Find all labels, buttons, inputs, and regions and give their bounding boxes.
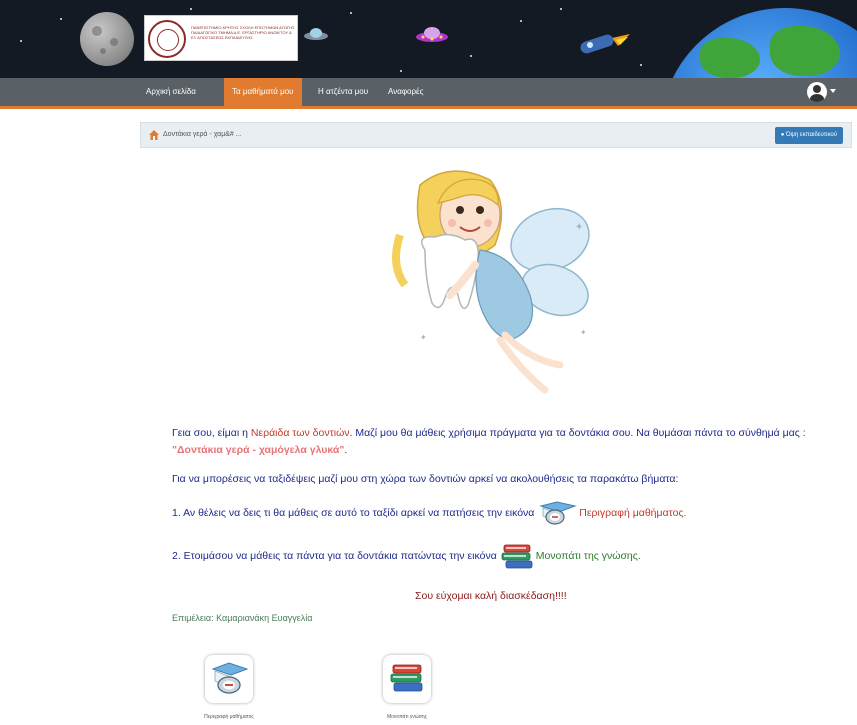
course-description-tile-label[interactable]: Περιγραφή μαθήματος bbox=[184, 714, 274, 720]
wish-text: Σου εύχομαι καλή διασκέδαση!!!! bbox=[415, 590, 567, 602]
books-icon bbox=[390, 664, 423, 692]
user-avatar-icon[interactable] bbox=[807, 82, 827, 102]
credit-text: Επιμέλεια: Καμαριανάκη Ευαγγελία bbox=[172, 613, 313, 623]
svg-text:✦: ✦ bbox=[580, 328, 587, 337]
step-1-text: 1. Αν θέλεις να δεις τι θα μάθεις σε αυτ… bbox=[172, 507, 535, 519]
university-logo[interactable]: ΠΑΝΕΠΙΣΤΗΜΙΟ ΚΡΗΤΗΣ ΣΧΟΛΗ ΕΠΙΣΤΗΜΩΝ ΑΓΩΓ… bbox=[144, 15, 298, 61]
moon-icon bbox=[80, 12, 134, 66]
intro-paragraph: Γεια σου, είμαι η Νεράιδα των δοντιών. Μ… bbox=[172, 425, 842, 459]
instructions-text: Για να μπορέσεις να ταξιδέψεις μαζί μου … bbox=[172, 473, 679, 485]
motto-text: "Δοντάκια γερά - χαμόγελα γλυκά" bbox=[172, 444, 345, 456]
intro-text-cont: . Μαζί μου θα μάθεις χρήσιμα πράγματα γι… bbox=[349, 427, 806, 439]
nav-item-reports[interactable]: Αναφορές bbox=[380, 78, 431, 106]
svg-text:✦: ✦ bbox=[575, 222, 583, 233]
header-banner: ΠΑΝΕΠΙΣΤΗΜΙΟ ΚΡΗΤΗΣ ΣΧΟΛΗ ΕΠΙΣΤΗΜΩΝ ΑΓΩΓ… bbox=[0, 0, 857, 78]
compass-map-icon[interactable] bbox=[537, 500, 579, 526]
learning-path-tile-label[interactable]: Μονοπάτι γνώσης bbox=[362, 714, 452, 720]
logo-text: ΠΑΝΕΠΙΣΤΗΜΙΟ ΚΡΗΤΗΣ ΣΧΟΛΗ ΕΠΙΣΤΗΜΩΝ ΑΓΩΓ… bbox=[191, 25, 295, 40]
main-navbar: Αρχική σελίδα Τα μαθήματά μου Η ατζέντα … bbox=[0, 78, 857, 109]
breadcrumb: Δοντάκια γερά - χαμ&# ... ● Όψη εκπαιδευ… bbox=[140, 122, 852, 148]
intro-text: Γεια σου, είμαι η bbox=[172, 427, 251, 439]
books-icon[interactable] bbox=[500, 541, 536, 571]
intro-end: . bbox=[344, 444, 348, 456]
breadcrumb-course-link[interactable]: Δοντάκια γερά - χαμ&# ... bbox=[163, 131, 242, 138]
nav-item-my-courses[interactable]: Τα μαθήματά μου bbox=[224, 78, 302, 106]
ufo-icon bbox=[416, 27, 448, 42]
home-icon[interactable] bbox=[149, 130, 159, 140]
teacher-view-label: Όψη εκπαιδευτικού bbox=[785, 132, 837, 138]
rocket-icon bbox=[580, 34, 630, 54]
learning-path-link[interactable]: Μονοπάτι της γνώσης. bbox=[536, 550, 641, 562]
tooth-fairy-illustration: ✦ ✦ ✦ bbox=[392, 170, 590, 394]
svg-text:✦: ✦ bbox=[420, 333, 427, 342]
teacher-view-button[interactable]: ● Όψη εκπαιδευτικού bbox=[774, 127, 843, 144]
nav-item-agenda[interactable]: Η ατζέντα μου bbox=[310, 78, 376, 106]
nav-item-home[interactable]: Αρχική σελίδα bbox=[138, 78, 204, 106]
course-description-link[interactable]: Περιγραφή μαθήματος. bbox=[579, 507, 686, 519]
earth-icon bbox=[660, 8, 857, 78]
course-description-tile[interactable] bbox=[205, 655, 253, 703]
compass-map-icon bbox=[211, 662, 249, 694]
chevron-down-icon[interactable] bbox=[830, 89, 836, 93]
step-2: 2. Ετοιμάσου να μάθεις τα πάντα για τα δ… bbox=[172, 541, 842, 571]
step-1: 1. Αν θέλεις να δεις τι θα μάθεις σε αυτ… bbox=[172, 500, 842, 526]
ufo-icon bbox=[304, 28, 328, 40]
fairy-name: Νεράιδα των δοντιών bbox=[250, 427, 350, 439]
university-seal-icon bbox=[148, 20, 186, 58]
step-2-text: 2. Ετοιμάσου να μάθεις τα πάντα για τα δ… bbox=[172, 550, 497, 562]
learning-path-tile[interactable] bbox=[383, 655, 431, 703]
eye-icon: ● bbox=[780, 132, 785, 138]
